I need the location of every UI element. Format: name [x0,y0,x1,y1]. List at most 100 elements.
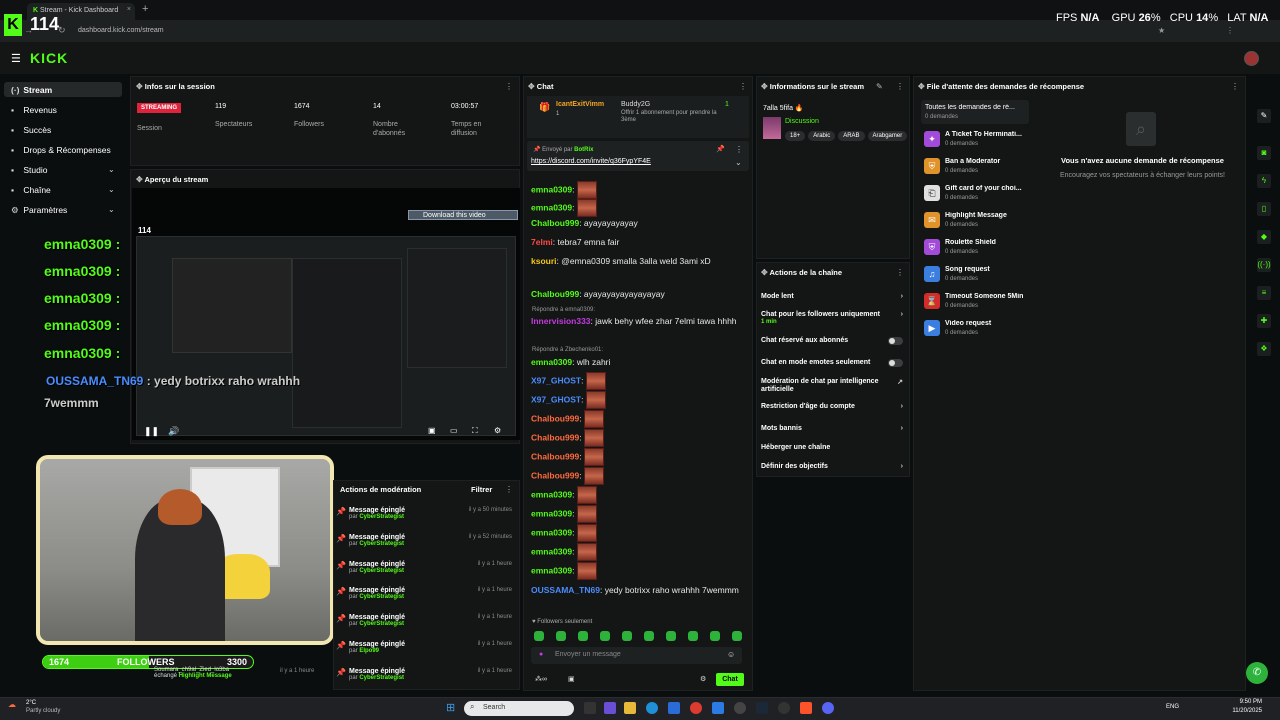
calendar-icon[interactable]: ▣ [568,675,575,683]
moderator-user[interactable]: Elpo99 [359,648,379,654]
sidebar-item-succes[interactable]: ▪ Succès [11,125,51,135]
pinned-link[interactable]: https://discord.com/invite/q36FypYF4E [531,158,651,165]
chat-input[interactable]: Envoyer un message [531,647,742,664]
fullscreen-icon[interactable]: ⛶ [472,426,478,436]
toggle-switch[interactable] [888,359,903,367]
moderator-user[interactable]: CyberStrategist [359,675,404,681]
new-tab-button[interactable]: + [142,3,148,15]
list-icon[interactable]: ≡ [1257,286,1271,300]
sidebar-item-studio[interactable]: ▪ Studio [11,165,47,175]
reward-item[interactable]: ♫ Song request 0 demandes [924,266,1029,286]
user-avatar[interactable] [1244,51,1259,66]
steam-icon[interactable] [756,702,768,714]
chat-username[interactable]: Chalbou999 [531,432,579,442]
pin-menu-icon[interactable]: ⋮ [735,145,743,154]
emote-row[interactable] [534,631,749,642]
channel-action-item[interactable]: Mode lent › [761,293,905,309]
download-video-button[interactable]: Download this video [408,210,518,220]
settings-gear-icon[interactable]: ⚙ [494,426,501,435]
chat-username[interactable]: emna0309 [531,357,572,367]
moderator-user[interactable]: CyberStrategist [359,541,404,547]
pin-icon[interactable]: 📌 [716,145,725,153]
mic-icon[interactable]: ● [539,651,543,658]
github-icon[interactable] [734,702,746,714]
moderation-item[interactable]: 📌 Message épinglé par CyberStrategist il y … [336,507,516,531]
chat-username[interactable]: Chalbou999 [531,218,579,228]
clock-date[interactable]: 11/20/2025 [1222,708,1262,714]
reload-icon[interactable]: ↻ [58,25,66,36]
moderation-item[interactable]: 📌 Message épinglé par CyberStrategist il y … [336,587,516,611]
chrome-icon[interactable] [690,702,702,714]
reward-item[interactable]: ⌛ Timeout Someone 5Min 0 demandes [924,293,1029,313]
chat-username[interactable]: Chalbou999 [531,413,579,423]
chat-username[interactable]: emna0309 [531,489,572,499]
chat-username[interactable]: Chalbou999 [531,470,579,480]
moderator-user[interactable]: CyberStrategist [359,621,404,627]
channel-action-item[interactable]: Mots bannis › [761,425,905,441]
obs-icon[interactable] [778,702,790,714]
all-requests-item[interactable]: Toutes les demandes de ré... 0 demandes [921,100,1029,124]
stream-preview-video[interactable]: 114 ❚❚ 🔊 ▣ ▭ ⛶ ⚙ [132,188,520,440]
channel-action-item[interactable]: Définir des objectifs › [761,463,905,479]
toggle-switch[interactable] [888,337,903,345]
reward-item[interactable]: ⎗ Gift card of your choi... 0 demandes [924,185,1029,205]
clock-time[interactable]: 9:50 PM [1222,699,1262,705]
chat-username[interactable]: emna0309 [531,508,572,518]
bolt-icon[interactable]: ϟ [1257,174,1271,188]
chevron-down-icon[interactable]: ⌄ [108,185,115,194]
vscode-icon[interactable] [712,702,724,714]
menu-dots-icon[interactable]: ⋮ [1226,26,1234,35]
mail-icon[interactable] [668,702,680,714]
chat-username[interactable]: Chalbou999 [531,451,579,461]
chat-username[interactable]: emna0309 [531,202,572,212]
chat-username[interactable]: OUSSAMA_TN69 [531,585,600,595]
moderation-item[interactable]: 📌 Message épinglé par CyberStrategist il y … [336,668,516,692]
volume-icon[interactable]: 🔊 [168,426,179,437]
reward-item[interactable]: ✉ Highlight Message 0 demandes [924,212,1029,232]
windows-start-icon[interactable]: ⊞ [446,701,455,714]
moderator-user[interactable]: CyberStrategist [359,514,404,520]
moderation-item[interactable]: 📌 Message épinglé par CyberStrategist il y … [336,561,516,585]
close-tab-icon[interactable]: × [127,6,131,13]
chevron-down-icon[interactable]: ⌄ [108,165,115,174]
moderation-item[interactable]: 📌 Message épinglé par CyberStrategist il y … [336,614,516,638]
moderation-item[interactable]: 📌 Message épinglé par CyberStrategist il y … [336,534,516,558]
weather-icon[interactable]: ☁ [8,700,16,709]
chat-username[interactable]: Chalbou999 [531,289,579,299]
send-chat-button[interactable]: Chat [716,673,744,686]
moderator-user[interactable]: CyberStrategist [359,594,404,600]
chat-settings-icon[interactable]: ⚙ [700,675,706,683]
users-icon[interactable]: ⁂∞ [535,675,547,683]
sidebar-item-chaine[interactable]: ▪ Chaîne [11,185,51,195]
channel-action-item[interactable]: Chat réservé aux abonnés [761,337,905,353]
sidebar-item-drops[interactable]: ▪ Drops & Récompenses [11,145,111,155]
chat-username[interactable]: emna0309 [531,565,572,575]
channel-action-item[interactable]: Restriction d'âge du compte › [761,403,905,419]
broadcast-icon[interactable]: ((·)) [1257,258,1271,272]
panel-menu-icon[interactable]: ⋮ [739,82,747,91]
panel-menu-icon[interactable]: ⋮ [896,82,904,91]
hamburger-menu-icon[interactable]: ☰ [11,52,21,65]
chevron-down-icon[interactable]: ⌄ [735,158,742,167]
wrench-icon[interactable]: ✚ [1257,314,1271,328]
pause-icon[interactable]: ❚❚ [144,426,159,437]
moderator-user[interactable]: CyberStrategist [359,568,404,574]
reward-item[interactable]: ⛨ Roulette Shield 0 demandes [924,239,1029,259]
channel-action-item[interactable]: Chat en mode emotes seulement [761,359,905,375]
sidebar-item-revenus[interactable]: ▪ Revenus [11,105,57,115]
reward-item[interactable]: ✦ A Ticket To Herminati... 0 demandes [924,131,1029,151]
chat-username[interactable]: X97_GHOST [531,375,581,385]
chat-username[interactable]: Innervision333 [531,316,591,326]
sidebar-item-stream[interactable]: (·) Stream [11,85,52,95]
edit-pencil-icon[interactable]: ✎ [876,82,883,91]
sidebar-item-parametres[interactable]: ⚙ Paramètres [11,205,67,216]
channel-action-item[interactable]: Chat pour les followers uniquement 1 min › [761,311,905,327]
taskbar-search[interactable]: Search [464,701,574,716]
panel-menu-icon[interactable]: ⋮ [896,268,904,277]
chat-username[interactable]: X97_GHOST [531,394,581,404]
stream-category[interactable]: Discussion [785,118,819,125]
edit-layout-icon[interactable]: ✎ [1257,109,1271,123]
taskview-icon[interactable] [584,702,596,714]
help-chat-icon[interactable]: ✆ [1246,662,1268,684]
app-icon[interactable] [604,702,616,714]
